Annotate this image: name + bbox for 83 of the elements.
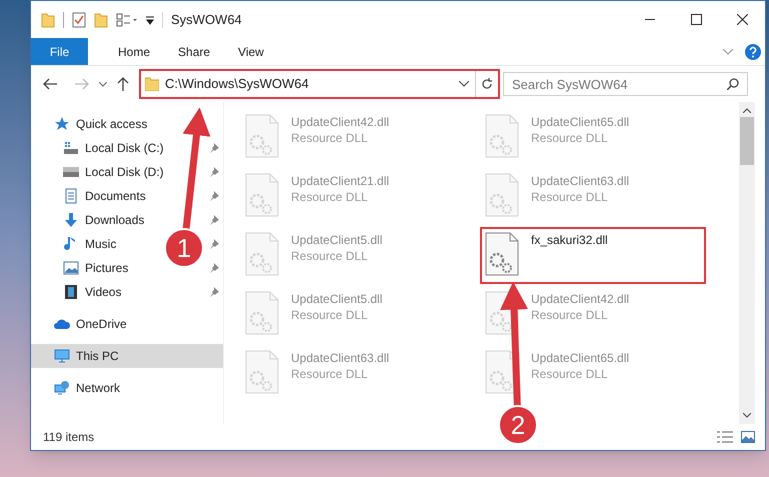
ribbon-tab[interactable]: File: [31, 38, 88, 65]
file-name: UpdateClient63.dll: [291, 350, 390, 366]
scroll-down-icon[interactable]: [743, 413, 751, 418]
pin-icon[interactable]: [209, 287, 219, 297]
sidebar-item[interactable]: This PC: [31, 344, 223, 368]
sidebar-item[interactable]: Quick access: [31, 112, 152, 136]
ribbon-tab[interactable]: View: [224, 38, 278, 65]
numbered-callout: 1: [164, 107, 210, 268]
chevron-down-icon[interactable]: [99, 82, 107, 86]
folder-icon: [145, 77, 159, 91]
film-icon: [63, 284, 79, 300]
scrollbar-thumb[interactable]: [740, 117, 754, 165]
pin-icon[interactable]: [209, 239, 219, 249]
close-icon: [736, 14, 748, 25]
pin-icon[interactable]: [209, 191, 219, 201]
file-type: Resource DLL: [531, 307, 609, 323]
drive-icon: [63, 164, 79, 180]
checklist-icon[interactable]: [72, 12, 86, 28]
pin-icon[interactable]: [209, 167, 219, 177]
sidebar-item[interactable]: Downloads: [31, 208, 148, 232]
window-title: SysWOW64: [171, 10, 242, 29]
sidebar-item[interactable]: OneDrive: [31, 312, 131, 336]
search-icon: [727, 78, 739, 90]
dll-file-icon: [245, 350, 279, 394]
file-type: Resource DLL: [291, 130, 369, 146]
file-name: UpdateClient63.dll: [531, 173, 630, 189]
file-type: Resource DLL: [531, 189, 609, 205]
sidebar-item[interactable]: Videos: [31, 280, 126, 304]
properties-icon[interactable]: [116, 12, 138, 26]
minimize-icon: [645, 19, 655, 20]
file-type: Resource DLL: [531, 130, 609, 146]
chevron-down-icon[interactable]: [459, 81, 469, 87]
file-type: Resource DLL: [291, 307, 369, 323]
picture-icon: [63, 260, 79, 276]
dll-file-icon: [245, 114, 279, 158]
file-type: Resource DLL: [531, 366, 609, 382]
file-type: Resource DLL: [291, 189, 369, 205]
star-icon: [54, 116, 70, 132]
dll-file-icon: [245, 173, 279, 217]
back-arrow-icon[interactable]: [43, 78, 57, 90]
sidebar-item[interactable]: Documents: [31, 184, 150, 208]
address-path: C:\Windows\SysWOW64: [165, 75, 309, 94]
scroll-up-icon[interactable]: [743, 108, 751, 113]
computer-icon: [54, 348, 70, 364]
sidebar-item[interactable]: Network: [31, 376, 124, 400]
file-name: UpdateClient65.dll: [531, 114, 630, 130]
network-icon: [54, 380, 70, 396]
item-count: 119 items: [43, 429, 94, 446]
file-name: UpdateClient21.dll: [291, 173, 390, 189]
large-icons-view-icon[interactable]: [741, 431, 755, 443]
maximize-icon: [690, 14, 702, 25]
file-name: UpdateClient5.dll: [291, 291, 382, 307]
download-arrow-icon: [63, 212, 79, 228]
pin-icon[interactable]: [209, 143, 219, 153]
drive-icon: [63, 140, 79, 156]
dll-file-icon: [485, 232, 519, 276]
dll-file-icon: [485, 173, 519, 217]
pin-icon[interactable]: [209, 263, 219, 273]
pin-icon[interactable]: [209, 215, 219, 225]
dll-file-icon: [245, 232, 279, 276]
dropdown-icon[interactable]: [146, 14, 154, 24]
file-type: Resource DLL: [291, 248, 369, 264]
address-bar[interactable]: C:\Windows\SysWOW64: [139, 69, 500, 99]
refresh-icon[interactable]: [481, 78, 493, 90]
ribbon-tab[interactable]: Home: [104, 38, 164, 65]
file-type: Resource DLL: [291, 366, 369, 382]
file-name: UpdateClient65.dll: [531, 350, 630, 366]
file-item[interactable]: fx_sakuri32.dll: [480, 227, 706, 284]
up-arrow-icon[interactable]: [117, 77, 129, 91]
file-name: fx_sakuri32.dll: [531, 232, 608, 248]
sidebar-item[interactable]: Music: [31, 232, 120, 256]
document-icon: [63, 188, 79, 204]
file-name: UpdateClient42.dll: [291, 114, 390, 130]
dll-file-icon: [245, 291, 279, 335]
sidebar-item[interactable]: Pictures: [31, 256, 132, 280]
vertical-scrollbar[interactable]: [739, 102, 755, 424]
search-field[interactable]: Search SysWOW64: [503, 72, 748, 96]
dll-file-icon: [485, 114, 519, 158]
ribbon-tab[interactable]: Share: [164, 38, 224, 65]
details-view-icon[interactable]: [717, 431, 733, 443]
file-name: UpdateClient5.dll: [291, 232, 382, 248]
file-name: UpdateClient42.dll: [531, 291, 630, 307]
help-icon[interactable]: [745, 44, 761, 60]
